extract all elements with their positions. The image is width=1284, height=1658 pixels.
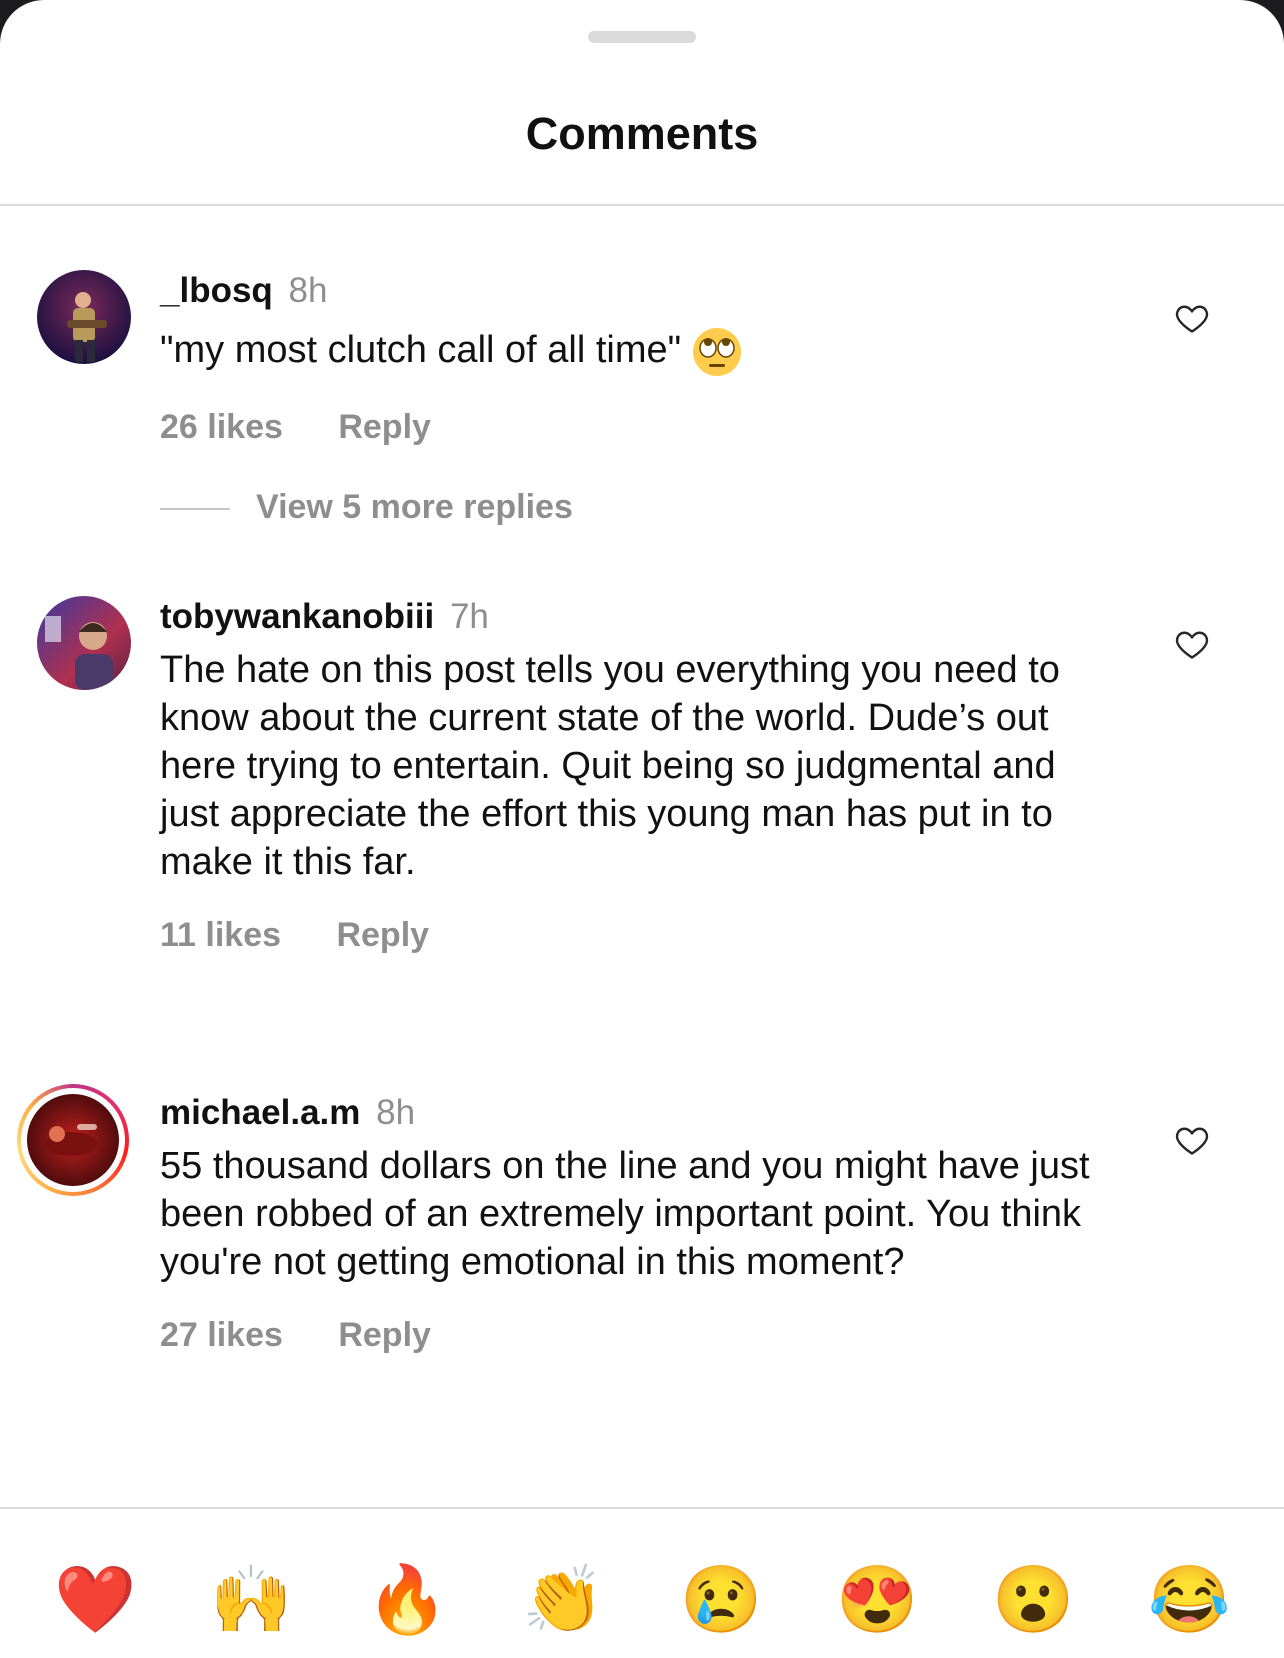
comment-body: tobywankanobiii 7h The hate on this post… [160,596,1110,955]
timestamp: 7h [449,597,489,636]
comment-text: 55 thousand dollars on the line and you … [160,1145,1090,1283]
comment-text: "my most clutch call of all time" [160,326,1110,378]
face-with-open-mouth-icon[interactable]: 😮 [992,1559,1074,1639]
username[interactable]: tobywankanobiii [160,597,434,636]
reply-button[interactable]: Reply [336,916,429,954]
comment-meta: 26 likes Reply [160,408,1110,447]
comments-sheet: Comments _lbosq 8h "my most clutch call … [0,0,1284,1658]
comment-header: _lbosq 8h [160,270,1110,312]
timestamp: 8h [376,1093,416,1132]
likes-count[interactable]: 11 likes [160,916,281,954]
view-replies-label: View 5 more replies [256,488,573,526]
comment-text: The hate on this post tells you everythi… [160,649,1060,883]
quick-reactions-bar: ❤️ 🙌 🔥 👏 😢 😍 😮 😂 [0,1509,1284,1658]
comment-list[interactable]: _lbosq 8h "my most clutch call of all ti… [0,206,1284,1506]
like-heart-icon[interactable] [1174,1122,1210,1158]
story-ring-avatar[interactable] [17,1084,129,1196]
avatar[interactable] [37,596,131,690]
tears-of-joy-icon[interactable]: 😂 [1148,1559,1230,1639]
comment-header: tobywankanobiii 7h [160,596,1110,638]
comment-meta: 27 likes Reply [160,1316,1110,1355]
clapping-hands-icon[interactable]: 👏 [522,1559,604,1639]
like-heart-icon[interactable] [1174,626,1210,662]
comment-body: _lbosq 8h "my most clutch call of all ti… [160,270,1110,447]
timestamp: 8h [288,271,328,310]
red-heart-icon[interactable]: ❤️ [54,1559,136,1639]
comment-meta: 11 likes Reply [160,916,1110,955]
fire-icon[interactable]: 🔥 [366,1559,448,1639]
heart-eyes-icon[interactable]: 😍 [836,1559,918,1639]
like-heart-icon[interactable] [1174,300,1210,336]
sheet-title: Comments [525,108,759,159]
likes-count[interactable]: 27 likes [160,1316,283,1354]
raising-hands-icon[interactable]: 🙌 [210,1559,292,1639]
username[interactable]: _lbosq [160,271,273,310]
reply-button[interactable]: Reply [338,408,431,446]
comment-header: michael.a.m 8h [160,1092,1110,1134]
replies-line [160,508,230,511]
avatar [27,1094,119,1186]
crying-face-icon[interactable]: 😢 [680,1559,762,1639]
reply-button[interactable]: Reply [338,1316,431,1354]
sheet-grabber[interactable] [588,31,696,43]
comment-text-content: "my most clutch call of all time" [160,329,682,372]
likes-count[interactable]: 26 likes [160,408,283,446]
rolling-eyes-emoji-icon [693,328,742,376]
username[interactable]: michael.a.m [160,1093,360,1132]
avatar[interactable] [37,270,131,364]
view-replies-button[interactable]: View 5 more replies [160,488,573,527]
comment-body: michael.a.m 8h 55 thousand dollars on th… [160,1092,1110,1355]
